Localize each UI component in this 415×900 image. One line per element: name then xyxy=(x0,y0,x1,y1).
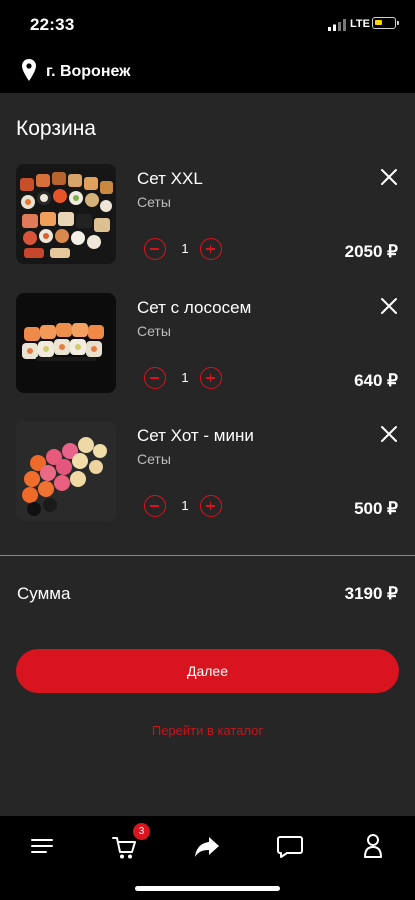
share-icon[interactable] xyxy=(187,826,227,866)
increase-button[interactable] xyxy=(200,238,222,260)
status-time: 22:33 xyxy=(30,15,75,34)
city-label: г. Воронеж xyxy=(46,63,131,80)
next-button[interactable]: Далее xyxy=(16,649,399,693)
network-type: LTE xyxy=(350,18,370,30)
cart-content: Корзина Сет XXL Сеты 1 2050 ₽ Сет с лосо… xyxy=(0,93,415,816)
status-bar: 22:33 LTE xyxy=(0,0,415,50)
increase-button[interactable] xyxy=(200,495,222,517)
decrease-button[interactable] xyxy=(144,495,166,517)
chat-icon[interactable] xyxy=(270,826,310,866)
cart-item: Сет XXL Сеты 1 2050 ₽ xyxy=(0,164,415,274)
quantity-value: 1 xyxy=(181,370,189,385)
cart-item: Сет с лососем Сеты 1 640 ₽ xyxy=(0,293,415,403)
product-price: 2050 ₽ xyxy=(344,242,398,261)
quantity-stepper: 1 xyxy=(144,367,226,393)
product-name: Сет Хот - мини xyxy=(137,426,254,445)
map-pin-icon xyxy=(22,59,36,81)
decrease-button[interactable] xyxy=(144,367,166,389)
home-indicator xyxy=(135,886,280,891)
divider xyxy=(0,555,415,556)
quantity-stepper: 1 xyxy=(144,495,226,521)
product-category: Сеты xyxy=(137,451,171,467)
increase-button[interactable] xyxy=(200,367,222,389)
quantity-value: 1 xyxy=(181,241,189,256)
product-price: 500 ₽ xyxy=(354,499,398,518)
decrease-button[interactable] xyxy=(144,238,166,260)
remove-item-icon[interactable] xyxy=(378,423,400,445)
cart-screen: 22:33 LTE г. Воронеж Корзина Сет XXL Сет… xyxy=(0,0,415,900)
product-image-set-salmon xyxy=(16,293,116,393)
product-name: Сет XXL xyxy=(137,169,203,188)
remove-item-icon[interactable] xyxy=(378,295,400,317)
cart-item: Сет Хот - мини Сеты 1 500 ₽ xyxy=(0,421,415,531)
quantity-value: 1 xyxy=(181,498,189,513)
menu-icon[interactable] xyxy=(22,826,62,866)
battery-icon xyxy=(372,17,399,29)
cart-badge: 3 xyxy=(133,823,150,840)
product-name: Сет с лососем xyxy=(137,298,252,317)
product-image-set-hot-mini xyxy=(16,421,116,521)
location-bar[interactable]: г. Воронеж xyxy=(0,50,415,93)
product-category: Сеты xyxy=(137,194,171,210)
signal-icon xyxy=(328,19,346,31)
product-price: 640 ₽ xyxy=(354,371,398,390)
quantity-stepper: 1 xyxy=(144,238,226,264)
go-to-catalog-link[interactable]: Перейти в каталог xyxy=(0,723,415,738)
profile-icon[interactable] xyxy=(353,826,393,866)
product-category: Сеты xyxy=(137,323,171,339)
remove-item-icon[interactable] xyxy=(378,166,400,188)
sum-value: 3190 ₽ xyxy=(344,584,398,603)
page-title: Корзина xyxy=(16,117,96,140)
sum-label: Сумма xyxy=(17,584,71,603)
product-image-set-xxl xyxy=(16,164,116,264)
